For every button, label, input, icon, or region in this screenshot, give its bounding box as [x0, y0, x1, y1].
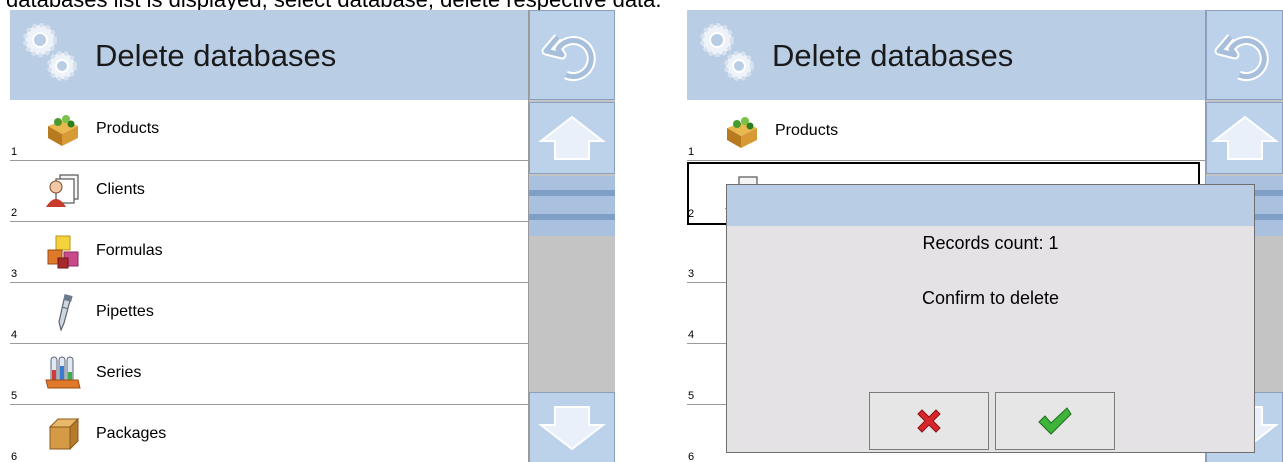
list-item-label: Clients: [96, 181, 145, 198]
list-item-clients[interactable]: Clients 2: [10, 161, 528, 222]
list-item-label: Products: [775, 122, 839, 139]
products-box-icon: [48, 115, 78, 146]
list-item-packages[interactable]: Packages 6: [10, 405, 528, 462]
formulas-cubes-icon: [47, 235, 79, 269]
page-title: Delete databases: [95, 38, 337, 73]
list-item-number: 4: [11, 329, 18, 341]
list-item-label: Series: [96, 364, 142, 381]
red-x-icon: [917, 409, 941, 433]
confirm-button[interactable]: [995, 392, 1115, 450]
confirm-delete-dialog: Records count: 1 Confirm to delete: [726, 184, 1255, 453]
gears-icon: [700, 23, 754, 81]
gears-icon: [23, 23, 77, 81]
list-item-label: Packages: [96, 425, 167, 442]
confirm-message: Confirm to delete: [921, 288, 1060, 308]
packages-box-icon: [48, 417, 80, 451]
arrow-up-icon: [538, 115, 606, 160]
pipette-icon: [58, 294, 73, 331]
back-button[interactable]: [1206, 10, 1283, 100]
list-item-number: 6: [11, 451, 18, 462]
back-arrow-icon: [1214, 34, 1269, 82]
list-item-products[interactable]: Products 1: [10, 100, 528, 161]
dialog-header: [727, 185, 1254, 226]
scroll-down-button[interactable]: [529, 392, 615, 462]
arrow-down-icon: [538, 406, 606, 451]
list-item-formulas[interactable]: Formulas 3: [10, 222, 528, 283]
database-list: Products 1 Clients 2 Formulas 3 Pipettes…: [10, 100, 528, 462]
list-item-label: Products: [96, 120, 160, 137]
back-button[interactable]: [529, 10, 615, 100]
list-item-number: 4: [688, 329, 695, 341]
scroll-up-button[interactable]: [1206, 102, 1283, 174]
list-item-series[interactable]: Series 5: [10, 344, 528, 405]
arrow-up-icon: [1210, 115, 1279, 160]
screen-delete-databases-list: Delete databases Products 1 Clients 2 Fo…: [10, 10, 615, 462]
products-box-icon: [727, 117, 757, 148]
list-item-number: 5: [688, 390, 695, 402]
header-bar: Delete databases: [10, 10, 528, 100]
list-item-number: 5: [11, 390, 18, 402]
list-item-products[interactable]: Products 1: [687, 100, 1205, 161]
green-check-icon: [1038, 407, 1072, 435]
page-title: Delete databases: [772, 38, 1014, 73]
list-item-number: 6: [688, 451, 695, 462]
scrollbar-thumb[interactable]: [529, 176, 615, 236]
list-item-label: Pipettes: [96, 303, 154, 320]
clients-person-icon: [46, 174, 79, 207]
side-navigation: [528, 10, 615, 462]
records-count-text: Records count: 1: [922, 233, 1059, 253]
list-item-label: Formulas: [96, 242, 163, 259]
list-item-number: 3: [688, 268, 695, 280]
list-item-number: 1: [688, 146, 695, 158]
list-item-number: 3: [11, 268, 18, 280]
cancel-button[interactable]: [869, 392, 989, 450]
scroll-up-button[interactable]: [529, 102, 615, 174]
list-item-number: 1: [11, 146, 18, 158]
list-item-number: 2: [11, 207, 18, 219]
series-test-tubes-icon: [45, 356, 81, 389]
list-item-pipettes[interactable]: Pipettes 4: [10, 283, 528, 344]
header-bar: Delete databases: [687, 10, 1205, 100]
back-arrow-icon: [541, 34, 596, 82]
